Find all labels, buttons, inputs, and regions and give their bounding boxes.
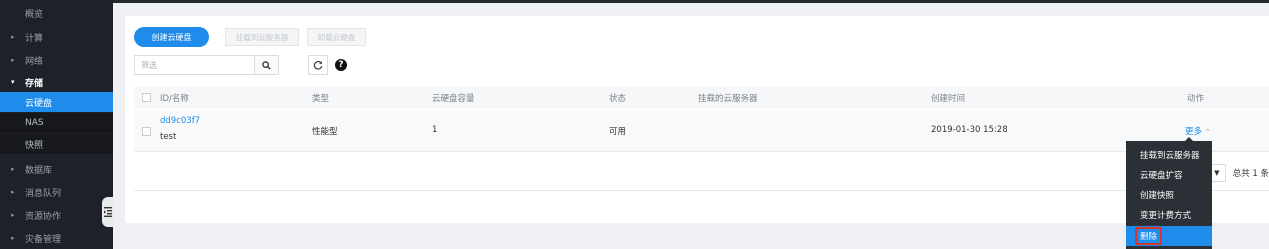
select-all-checkbox[interactable] [142, 93, 151, 102]
disk-created-time: 2019-01-30 15:28 [931, 125, 1008, 135]
caret-down-icon: ▼ [1214, 169, 1220, 177]
filter-input[interactable] [135, 56, 253, 74]
column-header-id-name: ID/名称 [160, 94, 189, 104]
sidebar-item-label: 灾备管理 [25, 234, 62, 245]
disk-status: 可用 [609, 127, 627, 137]
sidebar-item-message-queue[interactable]: ▸ 消息队列 [0, 182, 113, 202]
pagination: 10 ▼ 总共 1 条 [1208, 164, 1269, 182]
top-bar [113, 0, 1269, 3]
sidebar-item-nas[interactable]: NAS [0, 113, 113, 133]
caret-right-icon: ▸ [11, 234, 15, 242]
attach-server-button[interactable]: 挂载到云服务器 [225, 28, 299, 46]
detach-disk-button[interactable]: 卸载云硬盘 [307, 28, 366, 46]
create-disk-button[interactable]: 创建云硬盘 [134, 27, 209, 47]
table-row: dd9c03f7 test 性能型 1 可用 2019-01-30 15:28 … [134, 111, 1269, 152]
column-header-capacity: 云硬盘容量 [432, 94, 475, 104]
disk-type: 性能型 [312, 127, 338, 137]
filter-box [134, 55, 279, 75]
collapse-menu-icon [104, 207, 112, 217]
refresh-icon [313, 61, 323, 70]
column-header-type: 类型 [312, 94, 330, 104]
sidebar-item-label: 计算 [25, 33, 44, 44]
column-header-server: 挂载的云服务器 [698, 94, 758, 104]
search-button[interactable] [254, 56, 278, 74]
sidebar-item-compute[interactable]: ▸ 计算 [0, 27, 113, 47]
sidebar-collapse-toggle[interactable] [102, 197, 114, 227]
sidebar-item-label: 存储 [25, 78, 44, 89]
sidebar-item-network[interactable]: ▸ 网络 [0, 50, 113, 70]
sidebar-item-database[interactable]: ▸ 数据库 [0, 159, 113, 179]
menu-item-label: 变更计费方式 [1140, 211, 1192, 221]
caret-right-icon: ▸ [11, 188, 15, 196]
row-checkbox[interactable] [142, 127, 151, 136]
column-header-created: 创建时间 [931, 94, 966, 104]
sidebar-item-overview[interactable]: 概览 [0, 3, 113, 23]
table-footer [134, 152, 1269, 191]
caret-down-icon: ▾ [11, 78, 15, 86]
sidebar-item-label: 云硬盘 [25, 98, 53, 109]
disk-name: test [160, 132, 177, 142]
menu-item-attach-server[interactable]: 挂载到云服务器 [1126, 145, 1212, 165]
refresh-button[interactable] [308, 55, 328, 75]
sidebar-item-snapshot[interactable]: 快照 [0, 134, 113, 154]
sidebar-item-label: 网络 [25, 56, 44, 67]
caret-right-icon: ▸ [11, 165, 15, 173]
disk-capacity: 1 [432, 125, 438, 135]
caret-right-icon: ▸ [11, 56, 15, 64]
menu-item-expand-disk[interactable]: 云硬盘扩容 [1126, 165, 1212, 185]
sidebar-item-label: 资源协作 [25, 211, 62, 222]
total-count: 总共 1 条 [1232, 169, 1269, 179]
menu-item-change-billing[interactable]: 变更计费方式 [1126, 205, 1212, 225]
caret-right-icon: ▸ [11, 33, 15, 41]
sidebar-item-resource-collab[interactable]: ▸ 资源协作 [0, 205, 113, 225]
more-actions-link[interactable]: 更多 ⌃ [1185, 125, 1211, 137]
sidebar-item-label: NAS [25, 118, 44, 128]
sidebar-item-label: 概览 [25, 9, 44, 20]
menu-item-delete[interactable]: 删除 [1126, 226, 1212, 246]
sidebar-item-label: 消息队列 [25, 188, 62, 199]
sidebar-item-cloud-disk[interactable]: 云硬盘 [0, 92, 113, 112]
action-menu: 挂载到云服务器 云硬盘扩容 创建快照 变更计费方式 删除 [1126, 141, 1212, 249]
main-panel: 创建云硬盘 挂载到云服务器 卸载云硬盘 ? ID/名称 类型 云硬盘容量 状态 … [125, 16, 1269, 223]
column-header-status: 状态 [609, 94, 627, 104]
sidebar-item-label: 快照 [25, 140, 44, 151]
chevron-up-icon: ⌃ [1204, 128, 1211, 136]
sidebar: 概览 ▸ 计算 ▸ 网络 ▾ 存储 云硬盘 NAS 快照 ▸ 数据库 ▸ 消息队… [0, 0, 113, 249]
menu-item-label: 云硬盘扩容 [1140, 171, 1183, 181]
menu-item-label: 创建快照 [1140, 191, 1175, 201]
table-header: ID/名称 类型 云硬盘容量 状态 挂载的云服务器 创建时间 动作 [134, 87, 1269, 108]
menu-item-label: 删除 [1135, 227, 1163, 245]
disk-id-link[interactable]: dd9c03f7 [160, 116, 200, 126]
menu-item-label: 挂载到云服务器 [1140, 151, 1200, 161]
column-header-action: 动作 [1187, 94, 1205, 104]
sidebar-item-disaster-recovery[interactable]: ▸ 灾备管理 [0, 228, 113, 248]
search-icon [262, 60, 271, 70]
caret-right-icon: ▸ [11, 211, 15, 219]
sidebar-item-storage[interactable]: ▾ 存储 [0, 72, 113, 92]
more-actions-label: 更多 [1185, 127, 1203, 137]
sidebar-item-label: 数据库 [25, 165, 53, 176]
menu-item-create-snapshot[interactable]: 创建快照 [1126, 185, 1212, 205]
help-icon[interactable]: ? [335, 59, 347, 71]
